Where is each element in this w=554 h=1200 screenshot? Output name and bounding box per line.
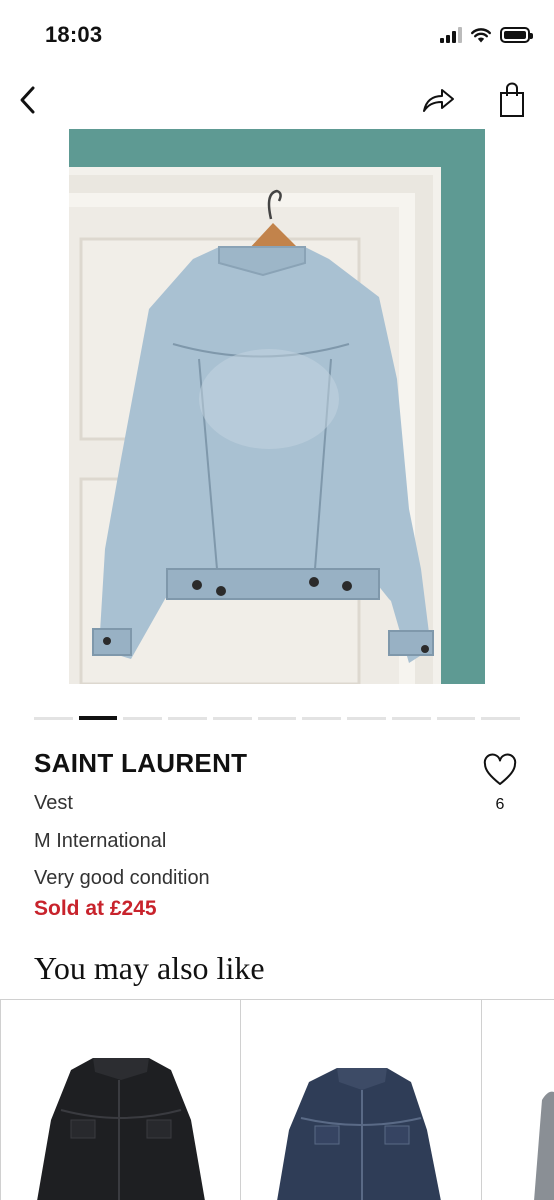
product-size: M International	[34, 830, 167, 852]
image-carousel-indicator	[34, 716, 521, 722]
product-photo	[69, 129, 485, 684]
chevron-left-icon	[20, 86, 35, 114]
carousel-dot[interactable]	[391, 717, 431, 720]
product-image[interactable]	[69, 129, 485, 684]
recommendations-title: You may also like	[34, 950, 265, 986]
sold-price: Sold at £245	[34, 897, 157, 920]
product-brand[interactable]: SAINT LAURENT	[34, 748, 247, 779]
nav-bar	[0, 72, 554, 128]
product-thumbnail	[277, 1068, 441, 1200]
bag-button[interactable]	[490, 78, 534, 122]
carousel-dot[interactable]	[78, 716, 118, 720]
carousel-dot[interactable]	[481, 717, 521, 720]
carousel-dot[interactable]	[34, 717, 73, 720]
carousel-dot[interactable]	[347, 717, 386, 720]
status-time: 18:03	[45, 22, 103, 47]
shopping-bag-icon	[500, 82, 524, 117]
recommendation-card[interactable]	[241, 1000, 482, 1200]
share-icon	[423, 89, 454, 112]
carousel-dot[interactable]	[212, 717, 252, 720]
product-thumbnail	[534, 1091, 554, 1200]
favorite-button[interactable]	[478, 748, 522, 792]
recommendations-carousel[interactable]	[0, 999, 554, 1200]
favorite-count: 6	[495, 796, 505, 813]
back-button[interactable]	[8, 80, 48, 120]
signal-icon	[440, 27, 462, 43]
carousel-dot[interactable]	[302, 717, 342, 720]
battery-icon	[500, 27, 533, 43]
product-thumbnail	[37, 1058, 205, 1200]
recommendation-card[interactable]	[0, 1000, 241, 1200]
carousel-dot[interactable]	[168, 717, 207, 720]
status-bar: 18:03	[0, 0, 554, 70]
product-type: Vest	[34, 792, 73, 814]
heart-icon	[483, 753, 517, 785]
carousel-dot[interactable]	[123, 717, 163, 720]
share-button[interactable]	[416, 80, 460, 120]
wifi-icon	[471, 28, 491, 43]
product-condition: Very good condition	[34, 867, 210, 889]
carousel-dot[interactable]	[257, 717, 297, 720]
carousel-dot[interactable]	[436, 717, 476, 720]
recommendation-card[interactable]	[482, 1000, 554, 1200]
status-icons	[440, 24, 533, 46]
